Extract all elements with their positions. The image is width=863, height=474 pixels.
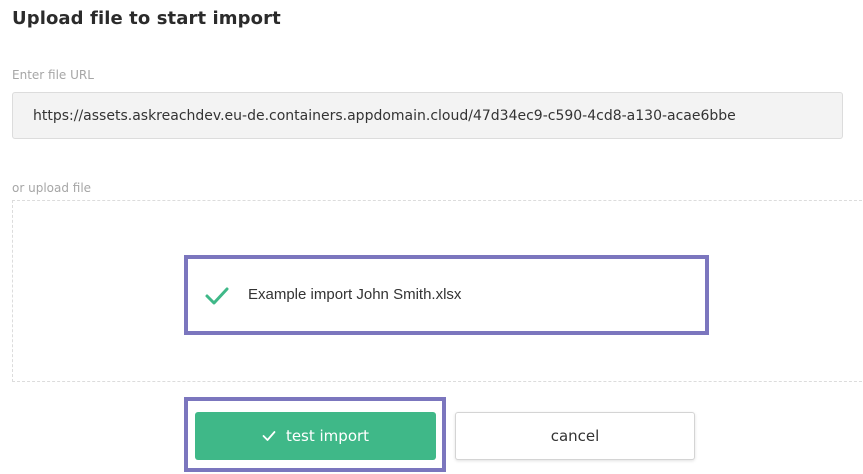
file-url-input[interactable] [12, 92, 843, 139]
cancel-button[interactable]: cancel [455, 412, 695, 460]
page-title: Upload file to start import [12, 8, 281, 29]
check-icon [262, 430, 276, 442]
url-field-label: Enter file URL [12, 68, 94, 82]
upload-field-label: or upload file [12, 181, 92, 195]
test-import-button[interactable]: test import [195, 412, 436, 460]
check-icon [204, 283, 230, 309]
uploaded-file-item: Example import John Smith.xlsx [184, 255, 709, 335]
uploaded-file-name: Example import John Smith.xlsx [248, 286, 462, 303]
test-import-label: test import [285, 427, 370, 445]
